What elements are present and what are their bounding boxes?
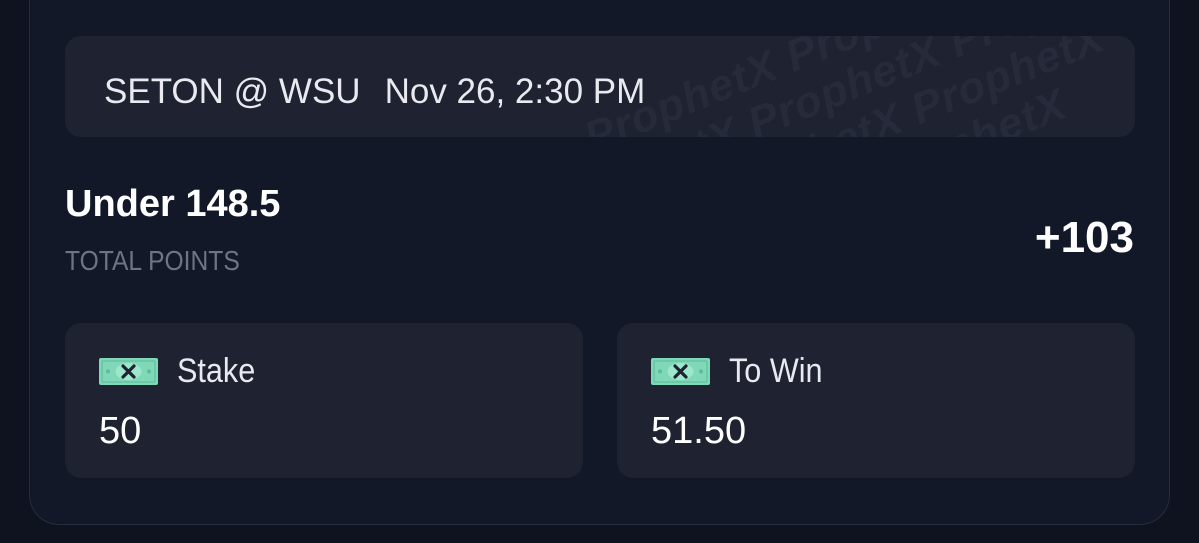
market-type: TOTAL POINTS — [65, 245, 240, 276]
to-win-value: 51.50 — [651, 410, 747, 452]
to-win-label-row: To Win — [651, 351, 833, 391]
to-win-box: To Win 51.50 — [617, 323, 1135, 478]
watermark-row: ProphetX ProphetX ProphetX — [577, 36, 986, 137]
event-header: ProphetX ProphetX ProphetX ProphetX Prop… — [65, 36, 1135, 137]
to-win-label: To Win — [729, 352, 823, 390]
stake-box: Stake 50 — [65, 323, 583, 478]
bet-card: ProphetX ProphetX ProphetX ProphetX Prop… — [29, 0, 1170, 525]
cash-icon — [99, 357, 158, 385]
event-info: SETON @ WSU Nov 26, 2:30 PM — [104, 72, 645, 112]
stake-value: 50 — [99, 410, 142, 452]
event-datetime: Nov 26, 2:30 PM — [384, 72, 646, 111]
stake-label-row: Stake — [99, 351, 264, 391]
bet-odds: +103 — [1034, 213, 1134, 262]
matchup: SETON @ WSU — [104, 72, 361, 111]
stake-label: Stake — [177, 352, 256, 390]
prophetx-watermark: ProphetX ProphetX ProphetX ProphetX Prop… — [540, 36, 1135, 137]
bet-selection: Under 148.5 — [65, 183, 281, 225]
cash-icon — [651, 357, 710, 385]
